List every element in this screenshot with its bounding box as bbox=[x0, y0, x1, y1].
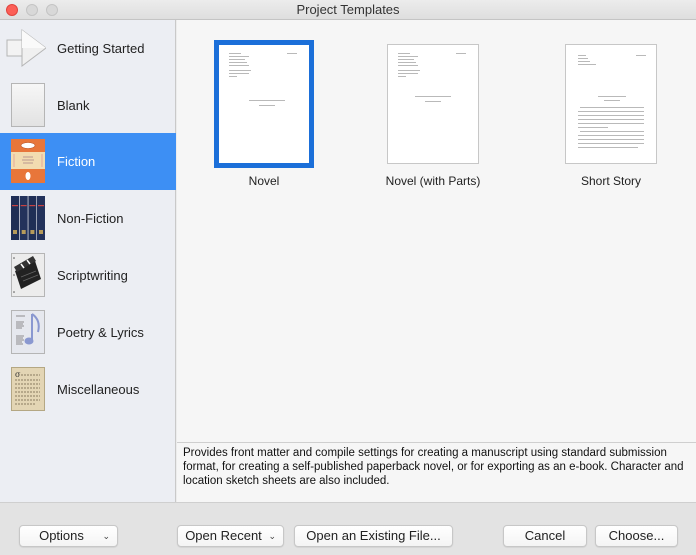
category-sidebar: Getting Started Blank Fiction Non-Fictio… bbox=[0, 20, 176, 502]
template-thumbnail bbox=[387, 44, 479, 164]
open-recent-label: Open Recent bbox=[185, 528, 262, 543]
template-description: Provides front matter and compile settin… bbox=[177, 442, 696, 502]
sidebar-item-label: Scriptwriting bbox=[57, 268, 128, 283]
parchment-page-icon: σ bbox=[11, 367, 45, 411]
template-label: Novel bbox=[248, 174, 280, 188]
choose-button[interactable]: Choose... bbox=[595, 525, 678, 547]
title-bar: Project Templates bbox=[0, 0, 696, 20]
cancel-button[interactable]: Cancel bbox=[503, 525, 587, 547]
template-label: Short Story bbox=[580, 174, 642, 188]
clapperboard-icon bbox=[11, 253, 45, 297]
sidebar-item-poetry-lyrics[interactable]: Poetry & Lyrics bbox=[0, 304, 176, 361]
template-label: Novel (with Parts) bbox=[385, 174, 481, 188]
sidebar-item-label: Non-Fiction bbox=[57, 211, 124, 226]
close-window-button[interactable] bbox=[6, 4, 18, 16]
sidebar-item-miscellaneous[interactable]: σ Miscellaneous bbox=[0, 361, 176, 418]
sidebar-item-scriptwriting[interactable]: Scriptwriting bbox=[0, 247, 176, 304]
options-button[interactable]: Options ⌄ bbox=[19, 525, 118, 547]
sidebar-item-blank[interactable]: Blank bbox=[0, 77, 176, 134]
arrow-icon bbox=[6, 26, 47, 70]
minimize-window-button[interactable] bbox=[26, 4, 38, 16]
options-label: Options bbox=[39, 528, 84, 543]
template-thumbnail bbox=[565, 44, 657, 164]
penguin-book-icon bbox=[11, 139, 45, 183]
sidebar-item-getting-started[interactable]: Getting Started bbox=[0, 20, 176, 77]
chevron-down-icon: ⌄ bbox=[268, 531, 276, 541]
template-novel[interactable]: Novel bbox=[194, 40, 334, 188]
template-grid: Novel Novel (with Parts) Short Story bbox=[177, 20, 696, 442]
sidebar-item-non-fiction[interactable]: Non-Fiction bbox=[0, 190, 176, 247]
svg-text:σ: σ bbox=[15, 370, 21, 379]
chevron-down-icon: ⌄ bbox=[102, 531, 110, 541]
sidebar-item-label: Miscellaneous bbox=[57, 382, 140, 397]
sidebar-item-label: Poetry & Lyrics bbox=[57, 325, 144, 340]
music-note-page-icon bbox=[11, 310, 45, 354]
template-novel-with-parts[interactable]: Novel (with Parts) bbox=[363, 40, 503, 188]
open-existing-file-button[interactable]: Open an Existing File... bbox=[294, 525, 453, 547]
template-thumbnail bbox=[214, 40, 314, 168]
sidebar-item-fiction[interactable]: Fiction bbox=[0, 133, 176, 190]
sidebar-item-label: Blank bbox=[57, 98, 90, 113]
bottom-toolbar: Options ⌄ Open Recent ⌄ Open an Existing… bbox=[0, 502, 696, 555]
template-short-story[interactable]: Short Story bbox=[541, 40, 681, 188]
sidebar-item-label: Getting Started bbox=[57, 41, 145, 56]
open-recent-button[interactable]: Open Recent ⌄ bbox=[177, 525, 284, 547]
blank-page-icon bbox=[11, 83, 45, 127]
window-title: Project Templates bbox=[296, 2, 400, 17]
sidebar-item-label: Fiction bbox=[57, 154, 96, 169]
zoom-window-button[interactable] bbox=[46, 4, 58, 16]
book-volumes-icon bbox=[11, 196, 45, 240]
